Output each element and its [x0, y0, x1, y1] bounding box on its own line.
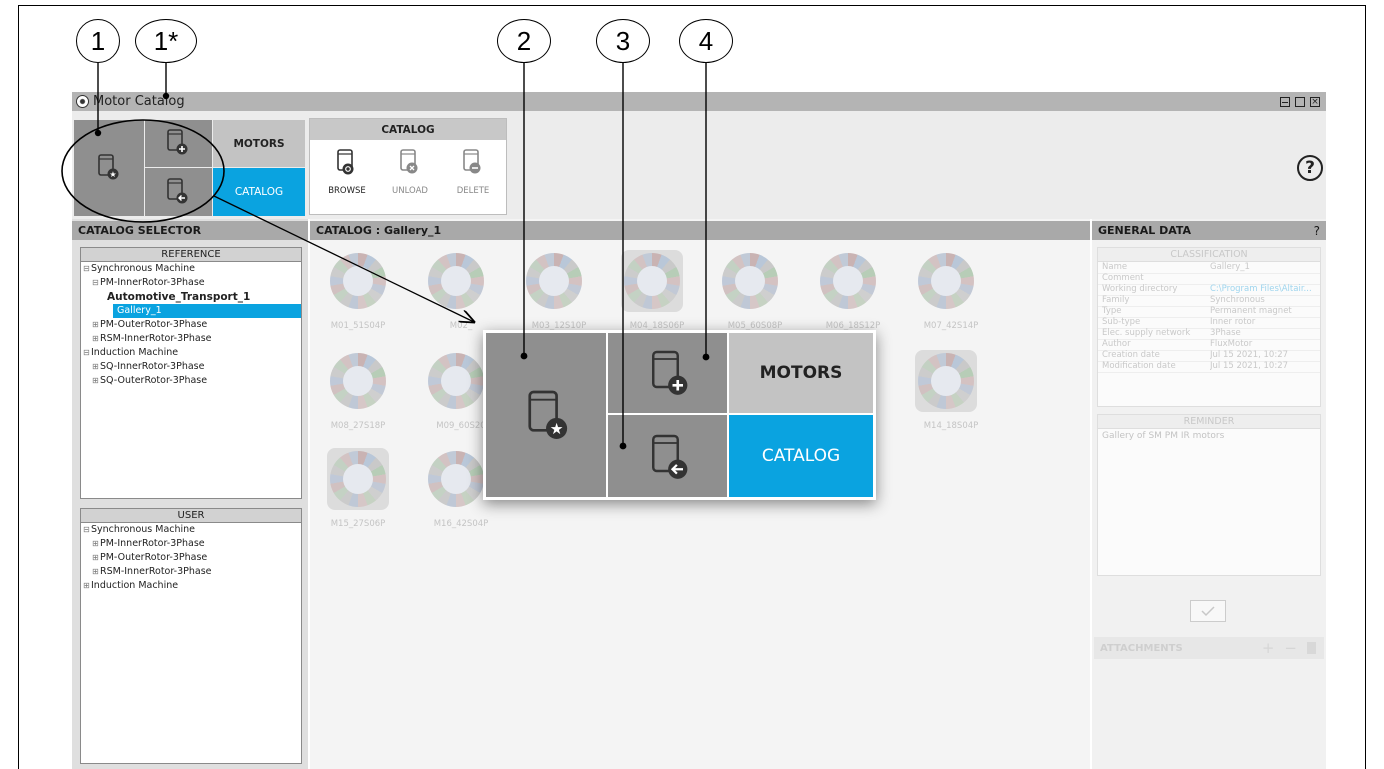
zoom-arrow — [213, 195, 474, 322]
callout-1-dot — [94, 129, 102, 137]
annotation-ellipse — [61, 119, 225, 223]
callout-4-dot — [702, 353, 710, 361]
annotation-overlay — [61, 63, 710, 450]
callout-1-star-dot — [162, 92, 170, 100]
callout-2-dot — [520, 352, 528, 360]
callout-3-dot — [619, 442, 627, 450]
